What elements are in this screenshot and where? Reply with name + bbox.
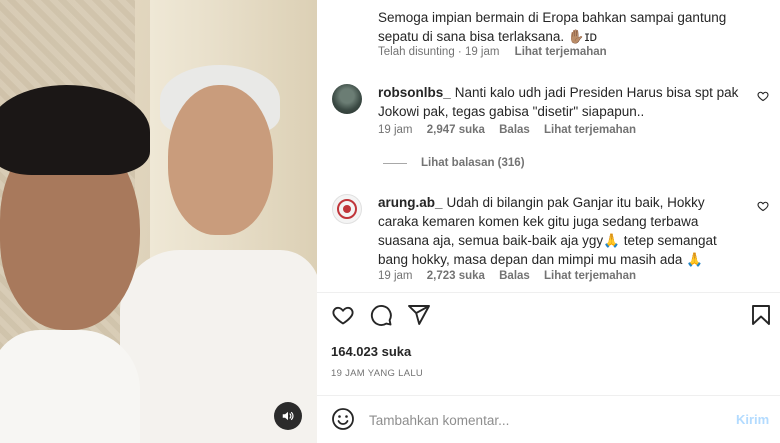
comment-input[interactable] [369,410,709,430]
heart-icon [757,91,769,102]
comment-meta: 19 jam 2,723 suka Balas Lihat terjemahan [378,270,647,282]
comment-time: 19 jam [378,270,413,282]
divider [317,395,780,396]
post-video[interactable] [0,0,317,443]
comment-reply-button[interactable]: Balas [499,124,530,136]
post-timestamp: 19 JAM YANG LALU [331,368,424,379]
mute-button[interactable] [274,402,302,430]
avatar[interactable] [332,194,362,224]
post-action-bar [331,303,771,329]
save-button[interactable] [749,303,773,327]
comment-icon [370,305,392,326]
avatar-logo-dot [343,205,351,213]
comment-likes[interactable]: 2,947 suka [427,124,485,136]
replies-divider-line [383,162,407,164]
comment-time: 19 jam [378,124,413,136]
comment-reply-button[interactable]: Balas [499,270,530,282]
post-caption: Semoga impian bermain di Eropa bahkan sa… [378,10,727,44]
heart-icon [332,306,354,325]
emoji-icon [332,408,354,430]
comment-like-button[interactable] [757,200,769,215]
post-like-count[interactable]: 164.023 suka [331,344,411,359]
comment-translate-link[interactable]: Lihat terjemahan [544,124,636,136]
comment-composer: Kirim [331,407,771,433]
person-left-shirt [0,330,140,443]
like-button[interactable] [331,303,355,327]
send-comment-button[interactable]: Kirim [736,412,769,427]
comment-like-button[interactable] [757,90,769,105]
comment-translate-link[interactable]: Lihat terjemahan [544,270,636,282]
view-replies-label: Lihat balasan (316) [421,157,525,169]
comment-likes[interactable]: 2,723 suka [427,270,485,282]
comment-username[interactable]: arung.ab_ [378,195,443,210]
comment-username[interactable]: robsonlbs_ [378,85,451,100]
caption-edited-time: Telah disunting · 19 jam [378,46,500,58]
caption-translate-link[interactable]: Lihat terjemahan [515,46,607,58]
comments-panel: Semoga impian bermain di Eropa bahkan sa… [317,0,780,443]
bookmark-icon [752,305,770,325]
person-right-face [168,85,273,235]
comment-button[interactable] [369,303,393,327]
share-button[interactable] [407,303,431,327]
divider [317,292,780,293]
heart-icon [757,201,769,212]
send-icon [408,305,430,325]
emoji-button[interactable] [331,407,355,431]
caption-meta: Telah disunting · 19 jam Lihat terjemaha… [378,46,619,58]
comment-text: arung.ab_ Udah di bilangin pak Ganjar itu… [378,193,748,269]
avatar[interactable] [332,84,362,114]
comment-meta: 19 jam 2,947 suka Balas Lihat terjemahan [378,124,647,136]
speaker-icon [282,411,294,421]
comment-text: robsonlbs_ Nanti kalo udh jadi Presiden H… [378,83,748,121]
view-replies-button[interactable]: Lihat balasan (316) [383,157,525,169]
